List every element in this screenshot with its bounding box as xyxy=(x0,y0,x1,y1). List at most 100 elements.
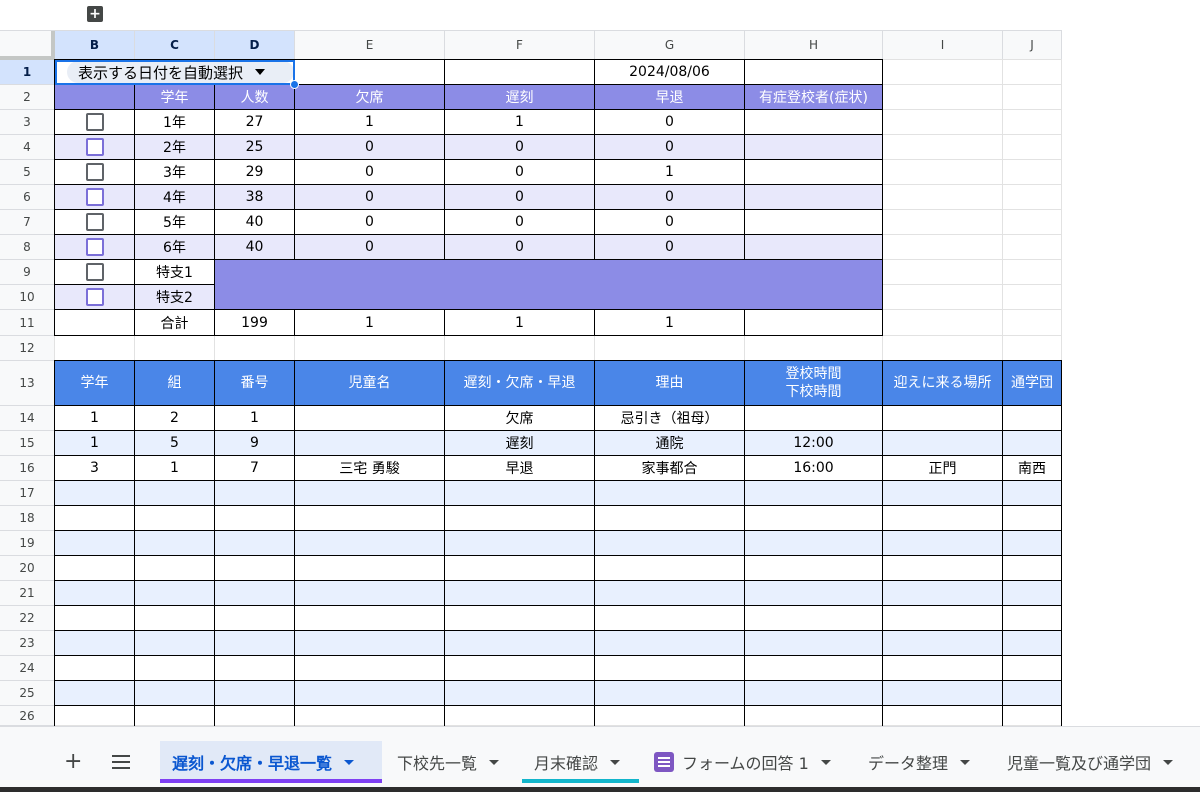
empty-cell[interactable] xyxy=(745,531,883,556)
cell-e1[interactable] xyxy=(295,60,445,85)
detail-cell[interactable]: 通院 xyxy=(595,431,745,456)
detail-cell[interactable]: 7 xyxy=(215,456,295,481)
empty-cell[interactable] xyxy=(445,581,595,606)
empty-cell[interactable] xyxy=(1003,531,1062,556)
empty-cell[interactable] xyxy=(745,506,883,531)
special-checkbox-cell[interactable] xyxy=(55,285,135,310)
column-header-d[interactable]: D xyxy=(215,31,295,60)
empty-cell[interactable] xyxy=(883,631,1003,656)
empty-cell[interactable] xyxy=(883,531,1003,556)
empty-cell[interactable] xyxy=(883,706,1003,726)
row-header-14[interactable]: 14 xyxy=(0,406,55,431)
empty-cell[interactable] xyxy=(595,606,745,631)
empty-cell[interactable] xyxy=(1003,631,1062,656)
empty-cell[interactable] xyxy=(445,656,595,681)
empty-cell[interactable] xyxy=(215,706,295,726)
empty-cell[interactable] xyxy=(445,531,595,556)
detail-cell[interactable]: 遅刻 xyxy=(445,431,595,456)
column-header-j[interactable]: J xyxy=(1003,31,1062,60)
row-header-3[interactable]: 3 xyxy=(0,110,55,135)
cell-f1[interactable] xyxy=(445,60,595,85)
empty-cell[interactable] xyxy=(135,531,215,556)
tab-menu-caret-icon[interactable] xyxy=(820,759,831,765)
empty-cell[interactable] xyxy=(295,531,445,556)
row-header-20[interactable]: 20 xyxy=(0,556,55,581)
empty-cell[interactable] xyxy=(745,606,883,631)
empty-cell[interactable] xyxy=(445,556,595,581)
symptom-cell[interactable] xyxy=(745,235,883,260)
empty-cell[interactable] xyxy=(595,506,745,531)
checkbox[interactable] xyxy=(85,138,104,156)
empty-cell[interactable] xyxy=(745,681,883,706)
row-header-6[interactable]: 6 xyxy=(0,185,55,210)
empty-cell[interactable] xyxy=(135,506,215,531)
empty-cell[interactable] xyxy=(215,556,295,581)
sheet-tab-5[interactable]: 児童一覧及び通学団 xyxy=(995,741,1200,783)
empty-cell[interactable] xyxy=(595,556,745,581)
empty-cell[interactable] xyxy=(295,556,445,581)
row-header-13[interactable]: 13 xyxy=(0,361,55,406)
empty-cell[interactable] xyxy=(1003,506,1062,531)
empty-cell[interactable] xyxy=(745,481,883,506)
empty-cell[interactable] xyxy=(445,681,595,706)
row-header-1[interactable]: 1 xyxy=(0,60,55,85)
sheet-tab-3[interactable]: フォームの回答 1 xyxy=(642,741,852,783)
sheet-tab-1[interactable]: 下校先一覧 xyxy=(385,741,519,783)
symptom-cell[interactable] xyxy=(745,160,883,185)
symptom-cell[interactable] xyxy=(745,185,883,210)
row-header-23[interactable]: 23 xyxy=(0,631,55,656)
empty-cell[interactable] xyxy=(883,556,1003,581)
row-header-8[interactable]: 8 xyxy=(0,235,55,260)
detail-cell[interactable]: 忌引き（祖母） xyxy=(595,406,745,431)
empty-cell[interactable] xyxy=(1003,706,1062,726)
empty-cell[interactable] xyxy=(215,506,295,531)
empty-cell[interactable] xyxy=(295,706,445,726)
detail-cell[interactable]: 1 xyxy=(55,431,135,456)
detail-cell[interactable]: 5 xyxy=(135,431,215,456)
empty-cell[interactable] xyxy=(1003,481,1062,506)
empty-cell[interactable] xyxy=(135,481,215,506)
detail-cell[interactable]: 1 xyxy=(135,456,215,481)
detail-cell[interactable]: 南西 xyxy=(1003,456,1062,481)
empty-cell[interactable] xyxy=(1003,556,1062,581)
row-header-11[interactable]: 11 xyxy=(0,310,55,336)
row-header-19[interactable]: 19 xyxy=(0,531,55,556)
detail-cell[interactable] xyxy=(745,406,883,431)
grade-checkbox-cell[interactable] xyxy=(55,135,135,160)
empty-cell[interactable] xyxy=(215,631,295,656)
empty-cell[interactable] xyxy=(295,581,445,606)
row-header-15[interactable]: 15 xyxy=(0,431,55,456)
row-header-21[interactable]: 21 xyxy=(0,581,55,606)
empty-cell[interactable] xyxy=(745,556,883,581)
row-header-9[interactable]: 9 xyxy=(0,260,55,285)
empty-cell[interactable] xyxy=(55,556,135,581)
detail-cell[interactable] xyxy=(883,431,1003,456)
empty-cell[interactable] xyxy=(215,681,295,706)
empty-cell[interactable] xyxy=(55,606,135,631)
empty-cell[interactable] xyxy=(55,481,135,506)
grade-checkbox-cell[interactable] xyxy=(55,235,135,260)
empty-cell[interactable] xyxy=(295,681,445,706)
checkbox[interactable] xyxy=(85,238,104,256)
row-header-26[interactable]: 26 xyxy=(0,706,55,726)
row-header-5[interactable]: 5 xyxy=(0,160,55,185)
empty-cell[interactable] xyxy=(445,606,595,631)
detail-cell[interactable]: 家事都合 xyxy=(595,456,745,481)
row-header-22[interactable]: 22 xyxy=(0,606,55,631)
empty-cell[interactable] xyxy=(595,631,745,656)
empty-cell[interactable] xyxy=(55,531,135,556)
empty-cell[interactable] xyxy=(883,581,1003,606)
detail-cell[interactable]: 3 xyxy=(55,456,135,481)
symptom-cell[interactable] xyxy=(745,210,883,235)
empty-cell[interactable] xyxy=(883,656,1003,681)
column-header-g[interactable]: G xyxy=(595,31,745,60)
empty-cell[interactable] xyxy=(883,506,1003,531)
detail-cell[interactable]: 三宅 勇駿 xyxy=(295,456,445,481)
grade-checkbox-cell[interactable] xyxy=(55,110,135,135)
checkbox[interactable] xyxy=(85,288,104,306)
checkbox[interactable] xyxy=(85,213,104,231)
detail-cell[interactable]: 9 xyxy=(215,431,295,456)
empty-cell[interactable] xyxy=(135,581,215,606)
empty-cell[interactable] xyxy=(135,556,215,581)
empty-cell[interactable] xyxy=(55,681,135,706)
